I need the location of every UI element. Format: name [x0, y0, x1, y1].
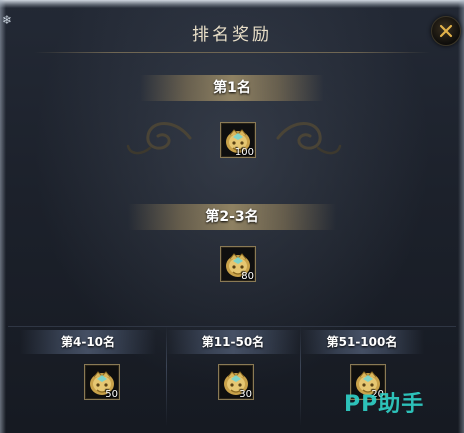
reward-count-rank-1: 100: [234, 147, 254, 158]
reward-count-rank-4-10: 50: [105, 389, 118, 400]
reward-count-rank-11-50: 30: [239, 389, 252, 400]
tier-banner-rank-51-100: 第51-100名: [300, 330, 424, 354]
reward-item-rank-2-3[interactable]: 80: [220, 246, 256, 282]
tier-label-rank-4-10: 第4-10名: [60, 335, 116, 349]
tier-label-rank-11-50: 第11-50名: [201, 335, 265, 349]
cloud-flourish-left-icon: [126, 122, 192, 155]
frost-border-left: [0, 0, 6, 433]
tier-banner-rank-11-50: 第11-50名: [166, 330, 300, 354]
frost-border-right: [458, 0, 464, 433]
tier-banner-rank-2-3: 第2-3名: [128, 204, 336, 230]
dialog-title: 排名奖励: [192, 25, 272, 45]
reward-count-rank-2-3: 80: [241, 271, 254, 282]
frost-border-top: [0, 0, 464, 8]
reward-item-rank-1[interactable]: 100: [220, 122, 256, 158]
tier-label-rank-2-3: 第2-3名: [205, 209, 259, 225]
ranking-reward-dialog: ❄ 排名奖励 第1名 100 第2-3名 80 第4-10名 第11-50名 第…: [0, 0, 464, 433]
reward-item-rank-4-10[interactable]: 50: [84, 364, 120, 400]
tier-banner-rank-4-10: 第4-10名: [20, 330, 156, 354]
close-x-icon: [439, 24, 453, 38]
section-divider: [8, 326, 456, 327]
close-button[interactable]: [431, 16, 461, 46]
tier-label-rank-1: 第1名: [213, 80, 251, 96]
tier-label-rank-51-100: 第51-100名: [326, 335, 398, 349]
cloud-flourish-right-icon: [276, 122, 342, 155]
tier-banner-rank-1: 第1名: [140, 75, 324, 101]
pp-assistant-watermark: PP助手: [344, 392, 425, 417]
reward-item-rank-11-50[interactable]: 30: [218, 364, 254, 400]
dialog-header: 排名奖励: [0, 8, 464, 52]
header-divider: [34, 52, 430, 53]
